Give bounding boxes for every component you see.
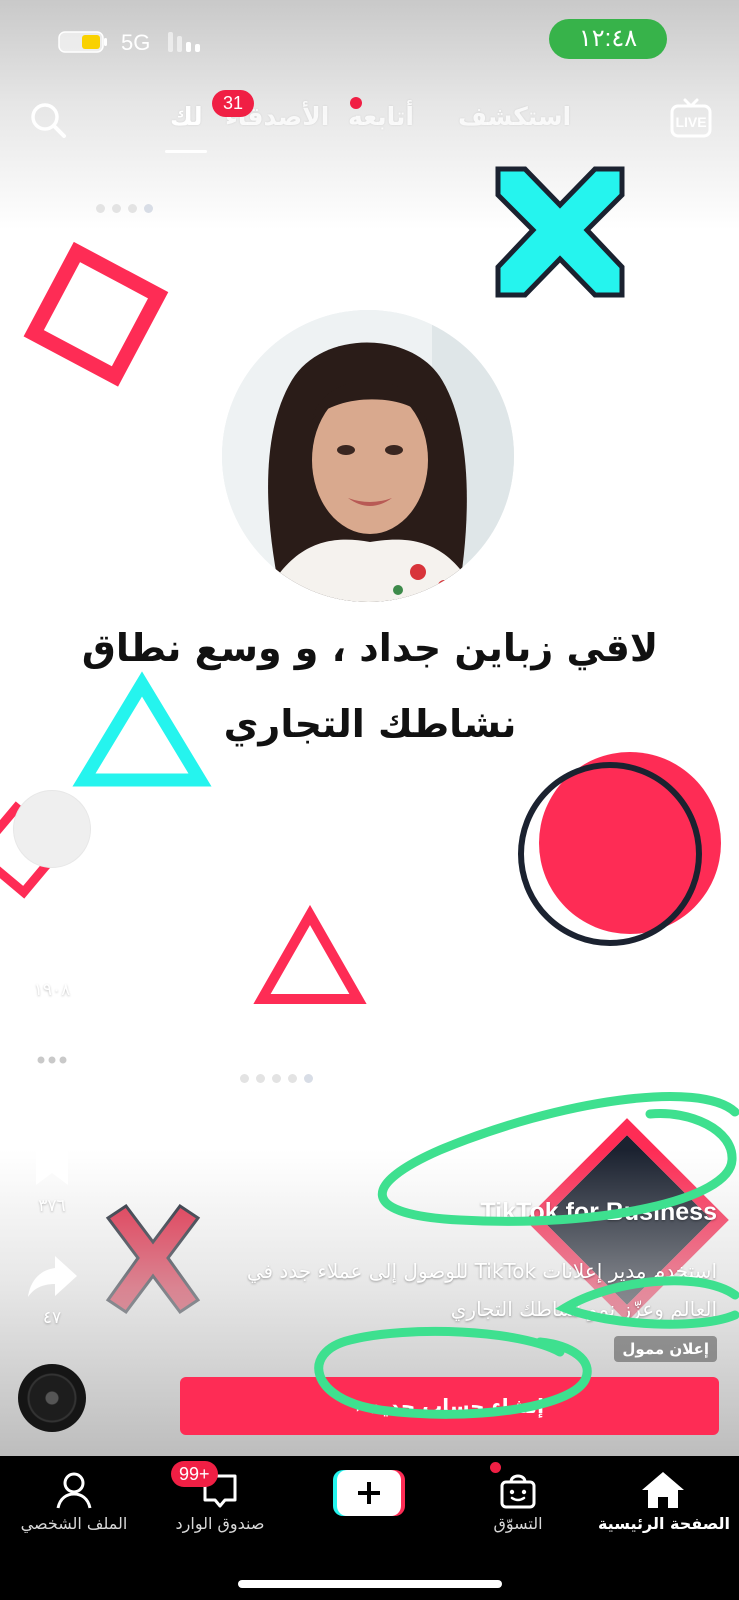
video-headline: لاقي زباين جداد ، و وسع نطاق نشاطك التجا… (70, 610, 670, 762)
bookmark-icon (36, 1143, 68, 1185)
save-action[interactable]: ٣٧٦ (18, 1140, 86, 1216)
battery-icon (58, 31, 107, 53)
like-count: ١٩٠٨ (33, 980, 71, 1000)
share-action[interactable]: ٤٧ (18, 1252, 86, 1328)
search-icon[interactable] (28, 100, 68, 140)
heart-icon (27, 924, 77, 969)
profile-icon (56, 1472, 92, 1509)
plus-icon (333, 1470, 405, 1516)
live-icon[interactable]: LIVE (669, 96, 713, 140)
tab-explore[interactable]: استكشف (458, 102, 571, 131)
pager-dots-middle (240, 1068, 320, 1087)
tiktok-feed-screen: لاقي زباين جداد ، و وسع نطاق نشاطك التجا… (0, 0, 739, 1600)
share-icon (28, 1256, 77, 1297)
shop-icon (500, 1474, 536, 1509)
red-circle-shape (518, 752, 721, 946)
create-post-button[interactable] (333, 1470, 405, 1516)
nav-shop-label: التسوّق (493, 1514, 543, 1533)
save-count: ٣٧٦ (38, 1196, 66, 1216)
red-square-outline-shape (23, 241, 169, 387)
home-icon (642, 1472, 684, 1508)
pager-dots-top (96, 198, 160, 213)
cta-label: إنشاء حساب جديد (370, 1394, 544, 1418)
following-dot (350, 97, 362, 109)
cyan-x-shape (495, 166, 625, 298)
tab-for-you[interactable]: لك (170, 102, 203, 131)
ad-brand-name[interactable]: TikTok for Business (480, 1198, 717, 1227)
bottom-navigation: الصفحة الرئيسية التسوّق صندوق الوارد 99+… (0, 1456, 739, 1600)
comment-action[interactable] (18, 1036, 86, 1092)
network-type: 5G (121, 30, 151, 55)
red-triangle-outline-shape (253, 905, 367, 1004)
creator-avatar[interactable] (13, 790, 91, 868)
comment-icon (28, 1039, 76, 1086)
chevron-left-icon: ‹ (355, 1394, 364, 1418)
nav-inbox-label: صندوق الوارد (175, 1514, 265, 1533)
inbox-badge: 99+ (171, 1461, 218, 1487)
create-account-button[interactable]: إنشاء حساب جديد ‹ (180, 1377, 719, 1435)
shop-notification-dot (490, 1462, 501, 1473)
sponsored-badge: إعلان ممول (614, 1336, 717, 1362)
signal-icon (168, 32, 200, 52)
home-indicator (238, 1580, 502, 1588)
status-time: ١٢:٤٨ (549, 19, 667, 59)
friends-badge: 31 (212, 90, 254, 117)
ad-description: استخدم مدير إعلانات TikTok للوصول إلى عم… (246, 1259, 717, 1321)
nav-profile-label: الملف الشخصي (20, 1514, 128, 1533)
headline-line-1: لاقي زباين جداد ، و وسع نطاق (81, 626, 659, 670)
live-label: LIVE (675, 114, 706, 130)
like-action[interactable]: ١٩٠٨ (18, 922, 86, 1000)
profile-photo (222, 310, 514, 602)
share-count: ٤٧ (42, 1308, 62, 1328)
music-disc-icon[interactable] (18, 1364, 86, 1432)
active-tab-indicator (165, 150, 207, 153)
nav-home-label: الصفحة الرئيسية (597, 1514, 731, 1533)
headline-line-2: نشاطك التجاري (223, 702, 517, 746)
